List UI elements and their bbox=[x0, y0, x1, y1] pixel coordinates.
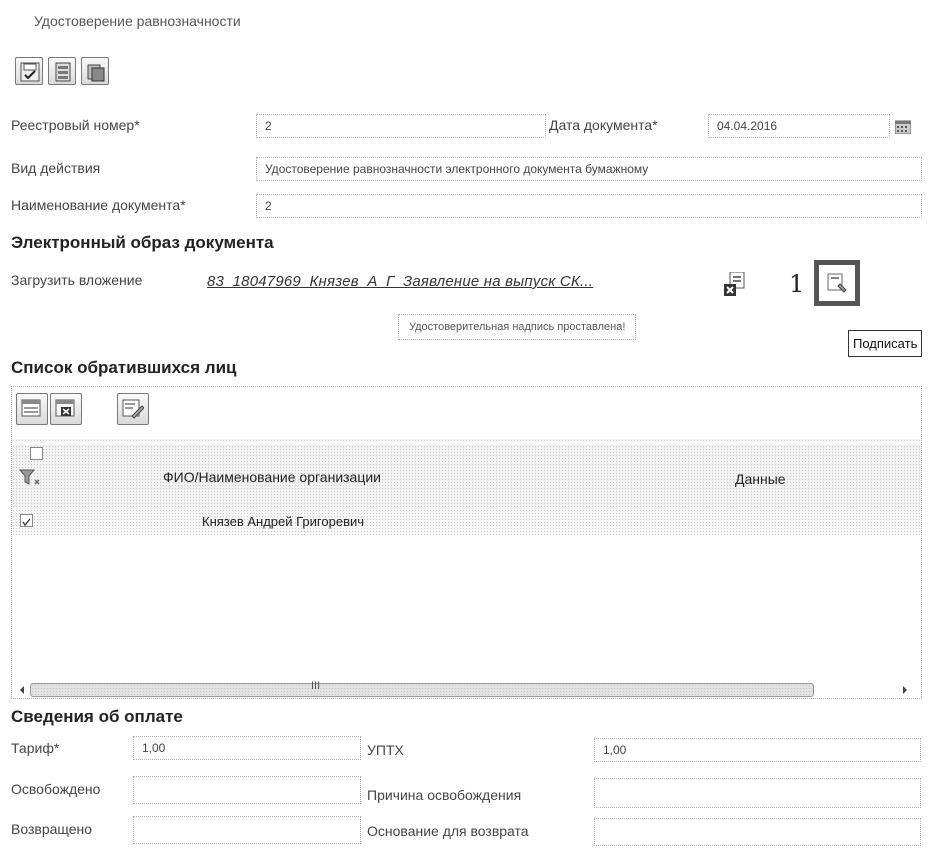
scrollbar-thumb[interactable] bbox=[30, 683, 814, 697]
upload-label: Загрузить вложение bbox=[11, 272, 143, 288]
returned-label: Возвращено bbox=[11, 821, 93, 837]
delete-attachment-icon[interactable] bbox=[724, 272, 746, 296]
checkmark-icon bbox=[22, 518, 31, 527]
return-basis-label: Основание для возврата bbox=[367, 823, 529, 839]
save-close-icon bbox=[55, 62, 71, 82]
calendar-icon[interactable] bbox=[895, 120, 911, 134]
exempted-label: Освобождено bbox=[11, 781, 101, 797]
add-row-icon bbox=[21, 399, 41, 417]
sign-button[interactable] bbox=[814, 260, 860, 306]
filter-icon[interactable] bbox=[18, 468, 44, 488]
exemption-reason-input[interactable] bbox=[594, 778, 921, 808]
window-title: Удостоверение равнозначности bbox=[34, 13, 241, 29]
applicants-grid bbox=[11, 386, 922, 699]
tariff-label: Тариф* bbox=[11, 740, 60, 756]
row-checkbox[interactable] bbox=[20, 514, 33, 527]
document-date-label: Дата документа* bbox=[549, 117, 658, 133]
upth-input[interactable]: 1,00 bbox=[594, 738, 921, 762]
column-header-data[interactable]: Данные bbox=[735, 471, 786, 487]
electronic-image-heading: Электронный образ документа bbox=[11, 233, 274, 252]
delete-applicant-button[interactable] bbox=[50, 393, 82, 425]
save-icon bbox=[20, 62, 40, 82]
select-all-checkbox[interactable] bbox=[30, 447, 43, 460]
document-name-input[interactable]: 2 bbox=[256, 194, 922, 218]
returned-input[interactable] bbox=[133, 816, 361, 844]
payment-heading: Сведения об оплате bbox=[11, 707, 183, 726]
exemption-reason-label: Причина освобождения bbox=[367, 787, 522, 803]
signature-notice: Удостоверительная надпись проставлена! bbox=[398, 314, 637, 340]
document-name-label: Наименование документа* bbox=[11, 197, 186, 213]
edit-row-icon bbox=[122, 399, 144, 419]
applicants-heading: Список обратившихся лиц bbox=[11, 358, 237, 377]
table-row[interactable] bbox=[12, 509, 921, 535]
delete-row-icon bbox=[55, 399, 75, 417]
action-type-label: Вид действия bbox=[11, 160, 101, 176]
registry-number-label: Реестровый номер* bbox=[11, 117, 140, 133]
document-date-input[interactable]: 04.04.2016 bbox=[708, 114, 890, 138]
sign-tooltip: Подписать bbox=[848, 330, 923, 357]
action-type-input[interactable]: Удостоверение равнозначности электронног… bbox=[256, 157, 922, 181]
sign-icon bbox=[827, 273, 847, 293]
exempted-input[interactable] bbox=[133, 776, 361, 804]
save-button[interactable] bbox=[15, 57, 43, 85]
applicant-name-cell: Князев Андрей Григоревич bbox=[202, 514, 365, 529]
print-button[interactable] bbox=[81, 57, 109, 85]
grid-top-border bbox=[12, 439, 921, 443]
horizontal-scrollbar[interactable]: III bbox=[16, 680, 921, 698]
print-icon bbox=[87, 64, 105, 82]
registry-number-input[interactable]: 2 bbox=[256, 114, 546, 138]
tariff-input[interactable]: 1,00 bbox=[133, 736, 361, 760]
scroll-right-icon[interactable] bbox=[901, 685, 909, 695]
attachment-link[interactable]: 83_18047969_Князев_А_Г_Заявление на выпу… bbox=[207, 273, 593, 290]
save-close-button[interactable] bbox=[48, 57, 76, 85]
scrollbar-grip: III bbox=[311, 680, 321, 692]
scroll-left-icon[interactable] bbox=[18, 685, 26, 695]
column-header-name[interactable]: ФИО/Наименование организации bbox=[163, 469, 381, 485]
step-marker: 1 bbox=[789, 270, 805, 298]
add-applicant-button[interactable] bbox=[16, 393, 48, 425]
upth-label: УПТХ bbox=[367, 742, 404, 758]
edit-applicant-button[interactable] bbox=[117, 393, 149, 425]
return-basis-input[interactable] bbox=[594, 818, 921, 846]
